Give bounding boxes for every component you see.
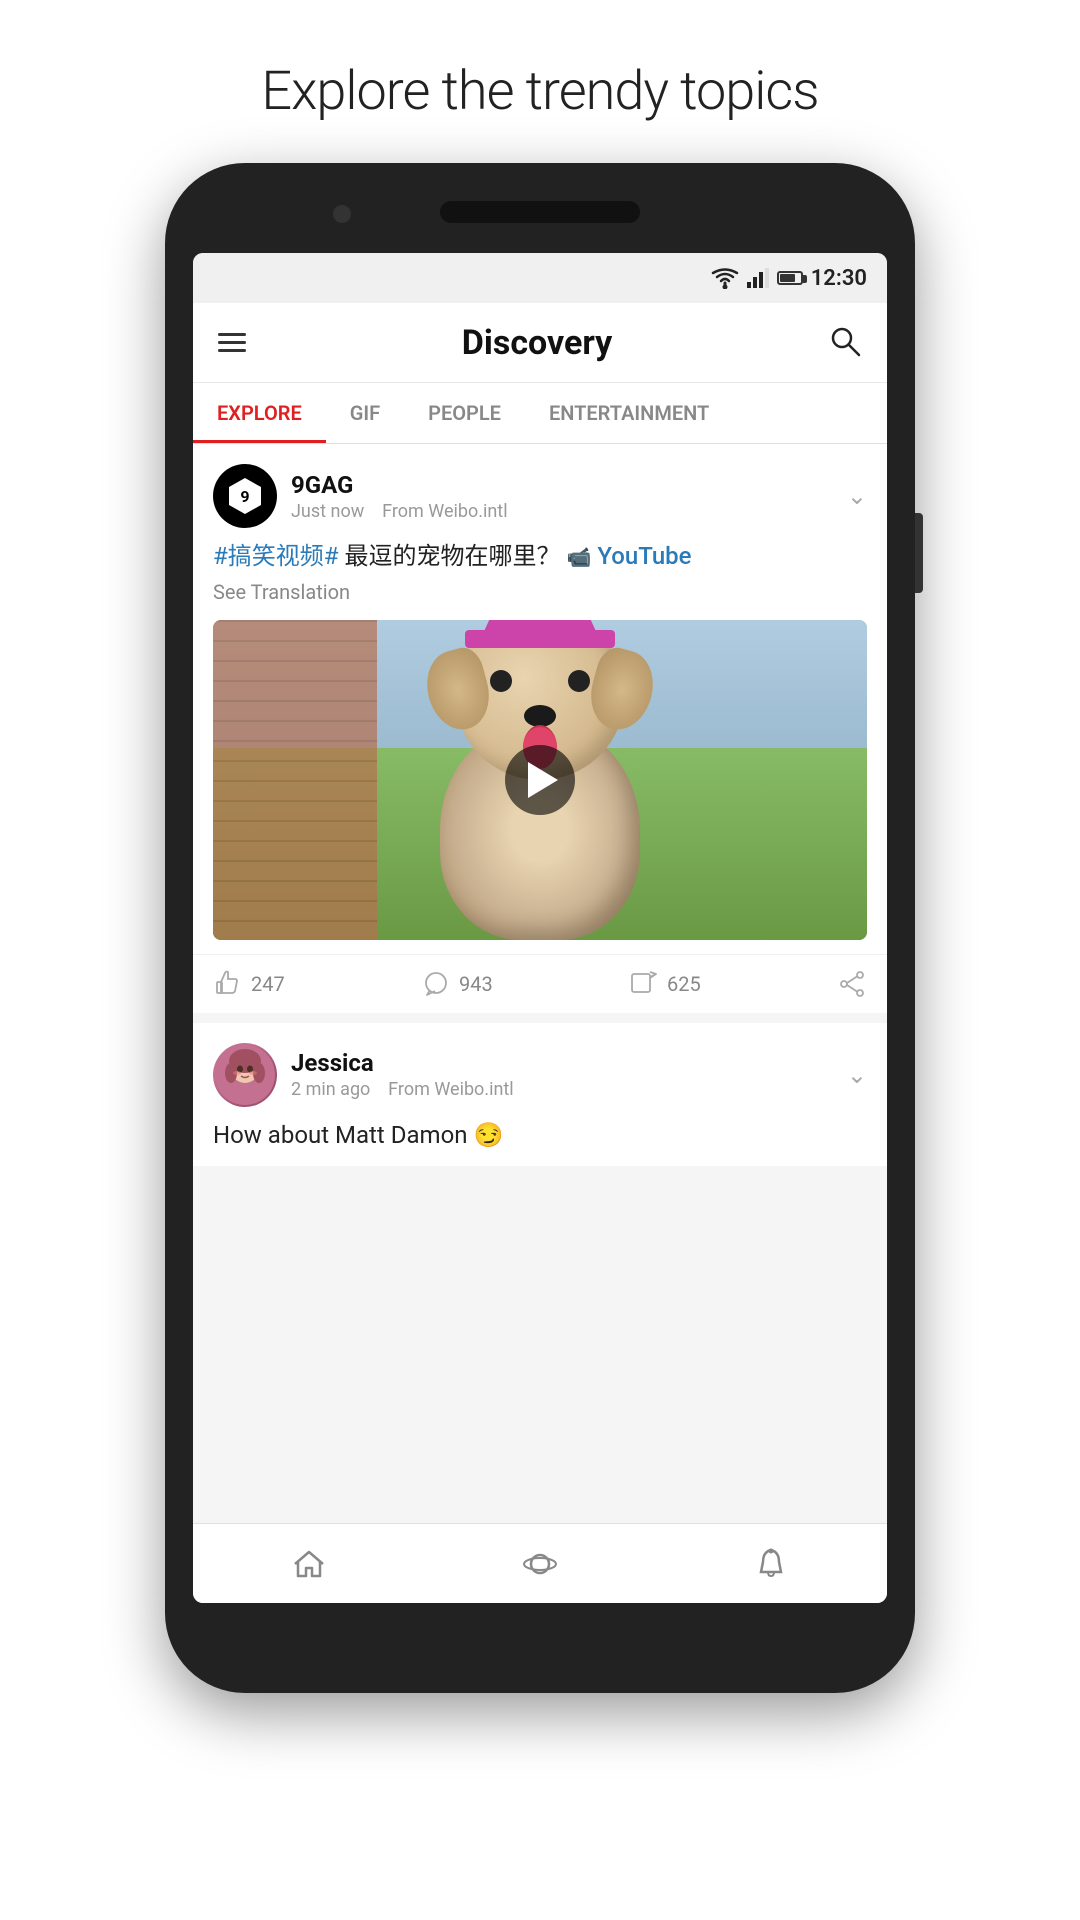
phone-device: 12:30 Discovery [165, 163, 915, 1693]
nav-notifications[interactable] [656, 1524, 887, 1603]
post-cn-text: 最逗的宠物在哪里？ [345, 542, 567, 570]
planet-icon [522, 1546, 558, 1582]
post-content-1: #搞笑视频# 最逗的宠物在哪里？ 📹 YouTube See Translati… [193, 540, 887, 620]
avatar-jessica [213, 1043, 277, 1107]
comment-icon [421, 969, 451, 999]
phone-camera [333, 205, 351, 223]
play-triangle-icon [528, 762, 558, 798]
hashtag-1[interactable]: #搞笑视频# [213, 542, 339, 570]
dog-eye-right [568, 670, 590, 692]
post-card-1: 9 9GAG Just now From Weibo.intl [193, 444, 887, 1013]
post-header-left-2: Jessica 2 min ago From Weibo.intl [213, 1043, 514, 1107]
battery-icon [777, 271, 803, 285]
share-button-1[interactable] [837, 969, 867, 999]
wifi-icon [711, 267, 739, 289]
chevron-down-icon-2[interactable]: ⌄ [847, 1061, 867, 1089]
phone-speaker [440, 201, 640, 223]
hamburger-line-1 [218, 333, 246, 336]
post-actions-1: 247 943 [193, 954, 887, 1013]
comment-button-1[interactable]: 943 [421, 969, 629, 999]
like-count-1: 247 [251, 972, 285, 996]
repost-icon [629, 969, 659, 999]
avatar-9gag: 9 [213, 464, 277, 528]
bottom-nav [193, 1523, 887, 1603]
post-header-2: Jessica 2 min ago From Weibo.intl ⌄ [193, 1023, 887, 1119]
post-meta-1: Just now From Weibo.intl [291, 501, 508, 522]
post-text-1: #搞笑视频# 最逗的宠物在哪里？ 📹 YouTube [213, 540, 867, 574]
play-button[interactable] [505, 745, 575, 815]
post-username-2: Jessica [291, 1049, 514, 1077]
page-wrapper: Explore the trendy topics [0, 0, 1080, 1920]
tab-entertainment[interactable]: ENTERTAINMENT [525, 383, 733, 443]
status-time: 12:30 [811, 266, 867, 291]
share-icon [837, 969, 867, 999]
search-button[interactable] [823, 319, 867, 367]
status-icons: 12:30 [711, 266, 867, 291]
nav-discover[interactable] [424, 1524, 655, 1603]
page-header: Explore the trendy topics [0, 0, 1080, 163]
svg-text:9: 9 [240, 487, 249, 506]
repost-button-1[interactable]: 625 [629, 969, 837, 999]
post-user-info-2: Jessica 2 min ago From Weibo.intl [291, 1049, 514, 1100]
dog-eye-left [490, 670, 512, 692]
video-bg [213, 620, 867, 940]
jessica-avatar-icon [215, 1045, 275, 1105]
post-card-2: Jessica 2 min ago From Weibo.intl ⌄ [193, 1023, 887, 1167]
post-text-2: How about Matt Damon 😏 [213, 1119, 867, 1153]
tabs-bar: EXPLORE GIF PEOPLE ENTERTAINMENT [193, 383, 887, 444]
search-icon [828, 324, 862, 358]
brick-wall [213, 620, 377, 940]
tab-gif[interactable]: GIF [326, 383, 404, 443]
like-button-1[interactable]: 247 [213, 969, 421, 999]
status-bar: 12:30 [193, 253, 887, 303]
bell-icon [753, 1546, 789, 1582]
home-icon [291, 1546, 327, 1582]
nav-home[interactable] [193, 1524, 424, 1603]
thumbs-up-icon [213, 969, 243, 999]
chevron-down-icon-1[interactable]: ⌄ [847, 482, 867, 510]
post-header-1: 9 9GAG Just now From Weibo.intl [193, 444, 887, 540]
tab-explore[interactable]: EXPLORE [193, 383, 326, 443]
dog-nose [524, 705, 556, 727]
page-title: Explore the trendy topics [0, 60, 1080, 123]
post-header-left-1: 9 9GAG Just now From Weibo.intl [213, 464, 508, 528]
tab-people[interactable]: PEOPLE [404, 383, 525, 443]
hat-rim [465, 630, 615, 648]
menu-button[interactable] [213, 328, 251, 357]
see-translation-1[interactable]: See Translation [213, 578, 867, 606]
post-username-1: 9GAG [291, 471, 508, 499]
signal-icon [747, 268, 769, 288]
9gag-logo-icon: 9 [223, 474, 267, 518]
phone-power-button [915, 513, 923, 593]
hamburger-line-3 [218, 349, 246, 352]
post-meta-2: 2 min ago From Weibo.intl [291, 1079, 514, 1100]
youtube-link[interactable]: YouTube [597, 542, 691, 570]
comment-count-1: 943 [459, 972, 493, 996]
post-content-2: How about Matt Damon 😏 [193, 1119, 887, 1167]
hamburger-line-2 [218, 341, 246, 344]
video-link-icon: 📹 [566, 545, 591, 569]
app-bar: Discovery [193, 303, 887, 383]
post-user-info-1: 9GAG Just now From Weibo.intl [291, 471, 508, 522]
app-title: Discovery [462, 323, 612, 363]
video-thumbnail-1[interactable] [213, 620, 867, 940]
phone-screen: 12:30 Discovery [193, 253, 887, 1603]
repost-count-1: 625 [667, 972, 701, 996]
content-area: 9 9GAG Just now From Weibo.intl [193, 444, 887, 1523]
